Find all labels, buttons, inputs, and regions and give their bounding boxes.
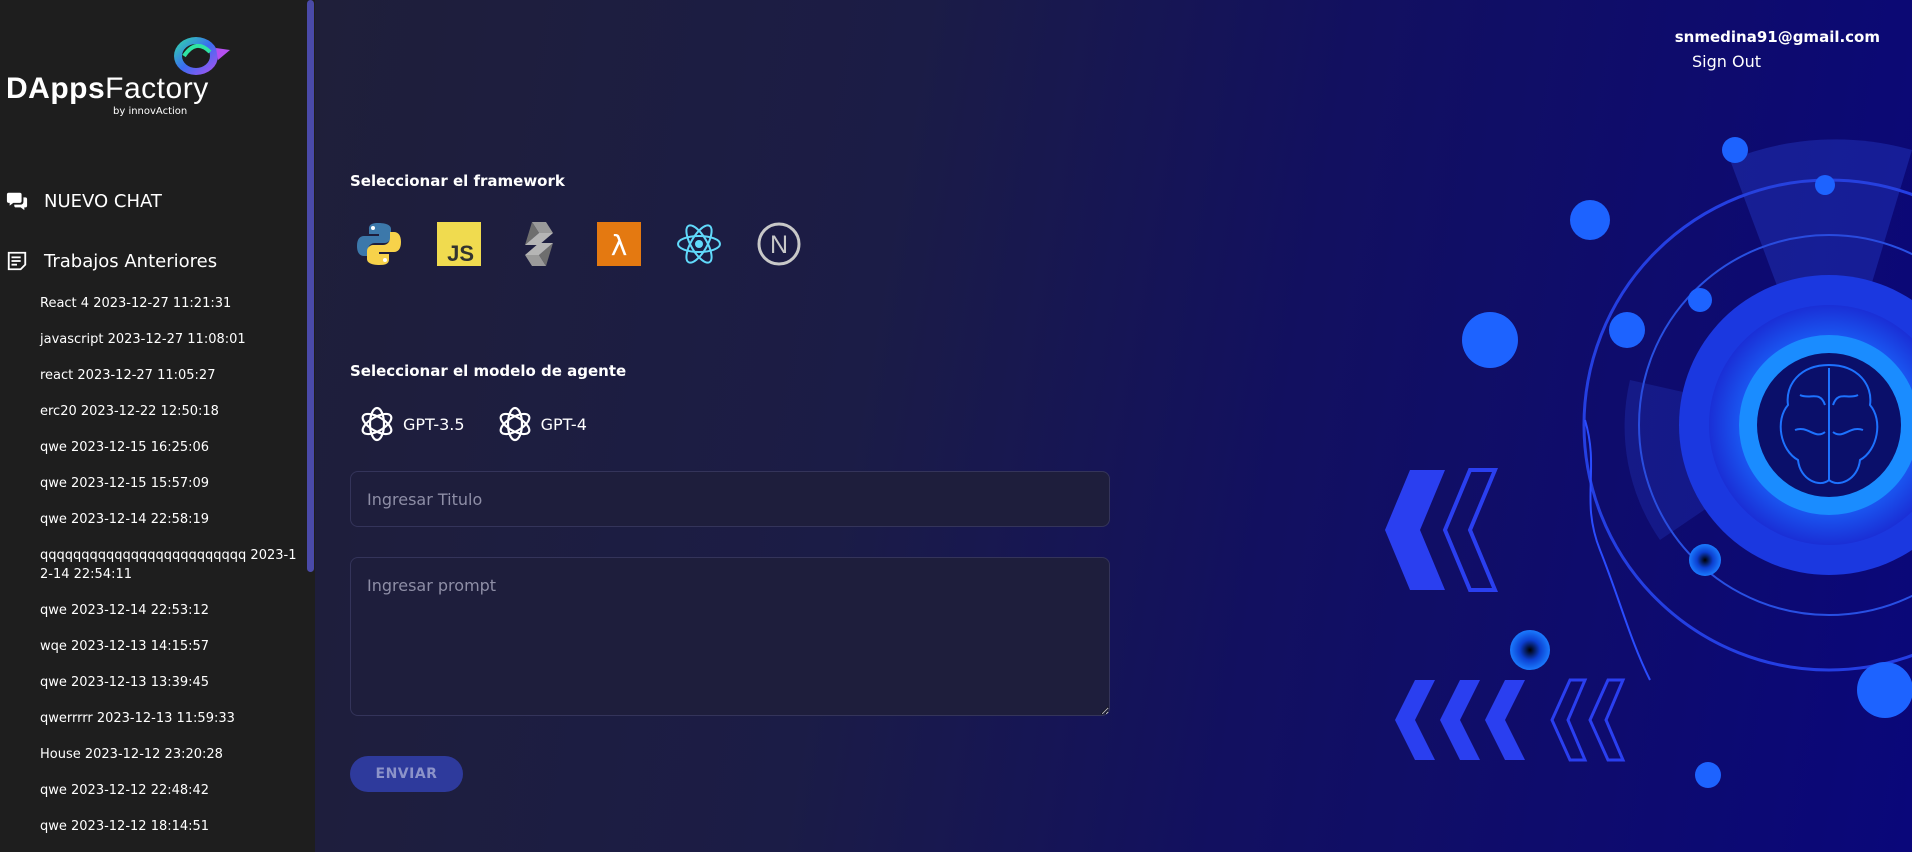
framework-solidity-button[interactable]	[515, 220, 563, 268]
history-item[interactable]: qwe 2023-12-12 18:14:51	[40, 817, 300, 836]
python-icon	[357, 223, 401, 265]
history-item[interactable]: React 4 2023-12-27 11:21:31	[40, 294, 300, 313]
history-item[interactable]: qqqqqqqqqqqqqqqqqqqqqqqqq 2023-12-14 22:…	[40, 546, 300, 584]
react-icon	[677, 224, 721, 264]
history-item[interactable]: qwe 2023-12-14 22:58:19	[40, 510, 300, 529]
history-item[interactable]: qwerrrrr 2023-12-13 11:59:33	[40, 709, 300, 728]
solidity-icon	[525, 222, 553, 266]
history-list-icon	[7, 251, 27, 271]
history-list: React 4 2023-12-27 11:21:31 javascript 2…	[40, 294, 300, 852]
nextjs-icon-text: N	[770, 231, 788, 259]
framework-python-button[interactable]	[355, 220, 403, 268]
new-chat-button[interactable]: NUEVO CHAT	[6, 190, 162, 212]
sidebar: DAppsFactory by innovAction NUEVO CHAT T…	[0, 0, 307, 852]
user-email: snmedina91@gmail.com	[1674, 28, 1880, 46]
aws-lambda-icon-text: λ	[611, 229, 628, 262]
ai-brain-illustration	[1385, 137, 1912, 788]
model-section-title: Seleccionar el modelo de agente	[350, 362, 627, 380]
model-gpt35-button[interactable]: GPT-3.5	[357, 404, 465, 444]
history-item[interactable]: qwe 2023-12-13 13:39:45	[40, 673, 300, 692]
title-input[interactable]	[350, 471, 1110, 527]
sign-out-link[interactable]: Sign Out	[1692, 52, 1761, 71]
javascript-icon: JS	[437, 222, 481, 266]
framework-react-button[interactable]	[675, 220, 723, 268]
brand-tagline: by innovAction	[113, 106, 188, 117]
chat-bubbles-icon	[6, 192, 28, 211]
framework-section-title: Seleccionar el framework	[350, 172, 565, 190]
history-item[interactable]: javascript 2023-12-27 11:08:01	[40, 330, 300, 349]
new-chat-label: NUEVO CHAT	[44, 190, 162, 212]
model-gpt4-button[interactable]: GPT-4	[495, 404, 587, 444]
framework-javascript-button[interactable]: JS	[435, 220, 483, 268]
history-item[interactable]: House 2023-12-12 23:20:28	[40, 745, 300, 764]
framework-options: JS λ N	[355, 220, 835, 268]
aws-lambda-icon: λ	[597, 222, 641, 266]
sidebar-scrollbar[interactable]	[307, 0, 315, 852]
javascript-icon-text: JS	[447, 241, 474, 266]
prompt-textarea[interactable]	[350, 557, 1110, 716]
brand-name: DAppsFactory	[6, 72, 209, 105]
previous-jobs-label: Trabajos Anteriores	[44, 250, 218, 272]
history-item[interactable]: qwe 2023-12-12 22:48:42	[40, 781, 300, 800]
main-panel: snmedina91@gmail.com Sign Out Selecciona…	[315, 0, 1912, 852]
framework-nextjs-button[interactable]: N	[755, 220, 803, 268]
model-gpt35-label: GPT-3.5	[403, 414, 465, 434]
brand-logo[interactable]: DAppsFactory by innovAction	[6, 34, 232, 124]
history-item[interactable]: wqe 2023-12-13 14:15:57	[40, 637, 300, 656]
nextjs-icon: N	[757, 222, 801, 266]
framework-aws-lambda-button[interactable]: λ	[595, 220, 643, 268]
history-item[interactable]: qwe 2023-12-15 15:57:09	[40, 474, 300, 493]
history-item[interactable]: erc20 2023-12-22 12:50:18	[40, 402, 300, 421]
history-item[interactable]: react 2023-12-27 11:05:27	[40, 366, 300, 385]
model-gpt4-label: GPT-4	[540, 414, 587, 434]
openai-icon	[361, 406, 393, 442]
sidebar-scrollbar-thumb[interactable]	[307, 0, 314, 572]
openai-icon	[499, 406, 530, 442]
history-item[interactable]: qwe 2023-12-15 16:25:06	[40, 438, 300, 457]
model-options: GPT-3.5 GPT-4	[357, 404, 617, 444]
send-button[interactable]: ENVIAR	[350, 756, 463, 792]
history-item[interactable]: qwe 2023-12-14 22:53:12	[40, 601, 300, 620]
previous-jobs-header[interactable]: Trabajos Anteriores	[6, 250, 217, 272]
